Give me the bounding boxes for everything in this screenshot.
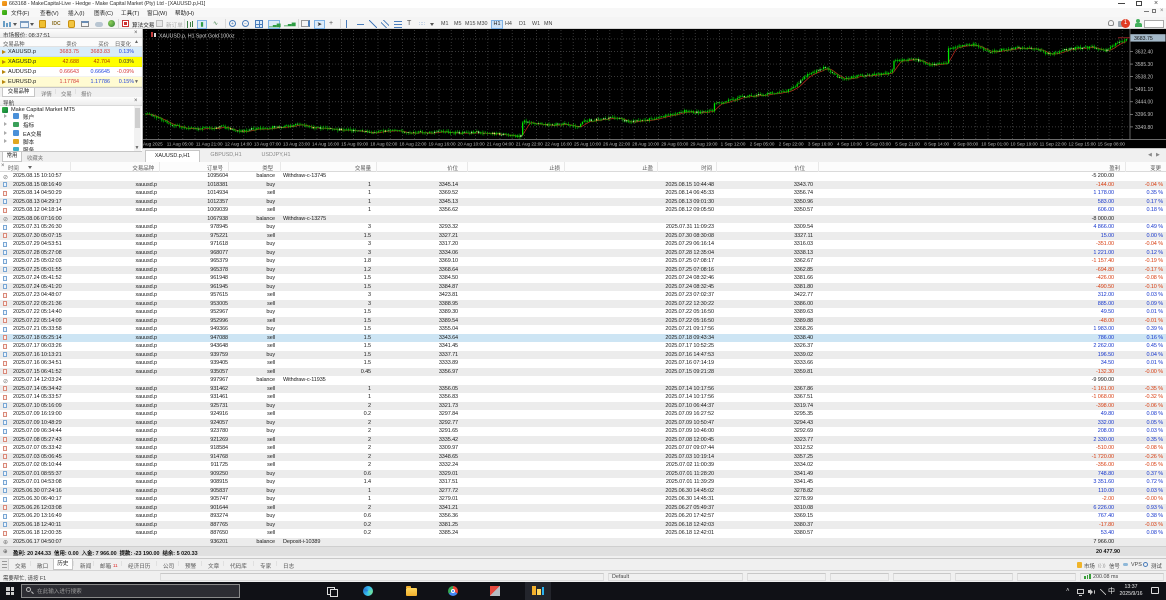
svg-text:3491.10: 3491.10 (1135, 87, 1153, 93)
svg-text:2 Sep 05:00: 2 Sep 05:00 (750, 141, 775, 146)
svg-text:5 Sep 21:00: 5 Sep 21:00 (895, 141, 920, 146)
svg-text:3 Sep 16:00: 3 Sep 16:00 (808, 141, 833, 146)
svg-text:29 Aug 19:00: 29 Aug 19:00 (690, 141, 718, 146)
svg-text:22 Aug 16:00: 22 Aug 16:00 (545, 141, 573, 146)
svg-text:12 Aug 14:00: 12 Aug 14:00 (225, 141, 253, 146)
svg-text:3444.00: 3444.00 (1135, 100, 1153, 106)
svg-text:11 Sep 22:00: 11 Sep 22:00 (1040, 141, 1067, 146)
svg-text:2 Sep 22:00: 2 Sep 22:00 (779, 141, 804, 146)
svg-text:3585.30: 3585.30 (1135, 62, 1153, 68)
svg-text:14 Aug 16:00: 14 Aug 16:00 (312, 141, 340, 146)
svg-text:15 Aug 09:00: 15 Aug 09:00 (341, 141, 369, 146)
svg-text:19 Aug 16:00: 19 Aug 16:00 (428, 141, 456, 146)
svg-text:XAUUSD.p, H1 Spot Gold 100oz: XAUUSD.p, H1 Spot Gold 100oz (159, 33, 235, 39)
svg-text:28 Aug 10:00: 28 Aug 10:00 (632, 141, 660, 146)
svg-text:9 Sep 08:00: 9 Sep 08:00 (953, 141, 978, 146)
svg-text:20 Aug 10:00: 20 Aug 10:00 (458, 141, 486, 146)
svg-text:10 Sep 01:00: 10 Sep 01:00 (981, 141, 1009, 146)
svg-text:3396.90: 3396.90 (1135, 112, 1153, 118)
svg-text:12 Sep 15:00: 12 Sep 15:00 (1069, 141, 1097, 146)
svg-text:25 Aug 10:00: 25 Aug 10:00 (574, 141, 602, 146)
svg-text:4 Sep 10:00: 4 Sep 10:00 (837, 141, 862, 146)
svg-text:3632.40: 3632.40 (1135, 49, 1153, 55)
svg-text:1 Sep 12:00: 1 Sep 12:00 (721, 141, 746, 146)
svg-text:3683.75: 3683.75 (1134, 36, 1153, 42)
svg-text:26 Aug 22:00: 26 Aug 22:00 (603, 141, 631, 146)
svg-text:8 Aug 2025: 8 Aug 2025 (142, 141, 163, 146)
svg-text:21 Aug 04:00: 21 Aug 04:00 (487, 141, 515, 146)
svg-text:13 Aug 23:00: 13 Aug 23:00 (283, 141, 311, 146)
svg-text:10 Sep 19:00: 10 Sep 19:00 (1010, 141, 1038, 146)
svg-text:18 Aug 02:00: 18 Aug 02:00 (370, 141, 398, 146)
svg-text:18 Aug 22:00: 18 Aug 22:00 (399, 141, 427, 146)
svg-text:5 Sep 03:00: 5 Sep 03:00 (866, 141, 891, 146)
svg-text:3349.80: 3349.80 (1135, 125, 1153, 131)
svg-text:15 Sep 08:00: 15 Sep 08:00 (1098, 141, 1126, 146)
svg-text:21 Aug 22:00: 21 Aug 22:00 (516, 141, 544, 146)
svg-text:8 Sep 14:00: 8 Sep 14:00 (924, 141, 949, 146)
svg-text:11 Aug 21:00: 11 Aug 21:00 (196, 141, 223, 146)
svg-text:13 Aug 07:00: 13 Aug 07:00 (254, 141, 282, 146)
svg-text:3538.20: 3538.20 (1135, 75, 1153, 81)
svg-text:29 Aug 03:00: 29 Aug 03:00 (661, 141, 689, 146)
svg-text:11 Aug 05:00: 11 Aug 05:00 (167, 141, 194, 146)
